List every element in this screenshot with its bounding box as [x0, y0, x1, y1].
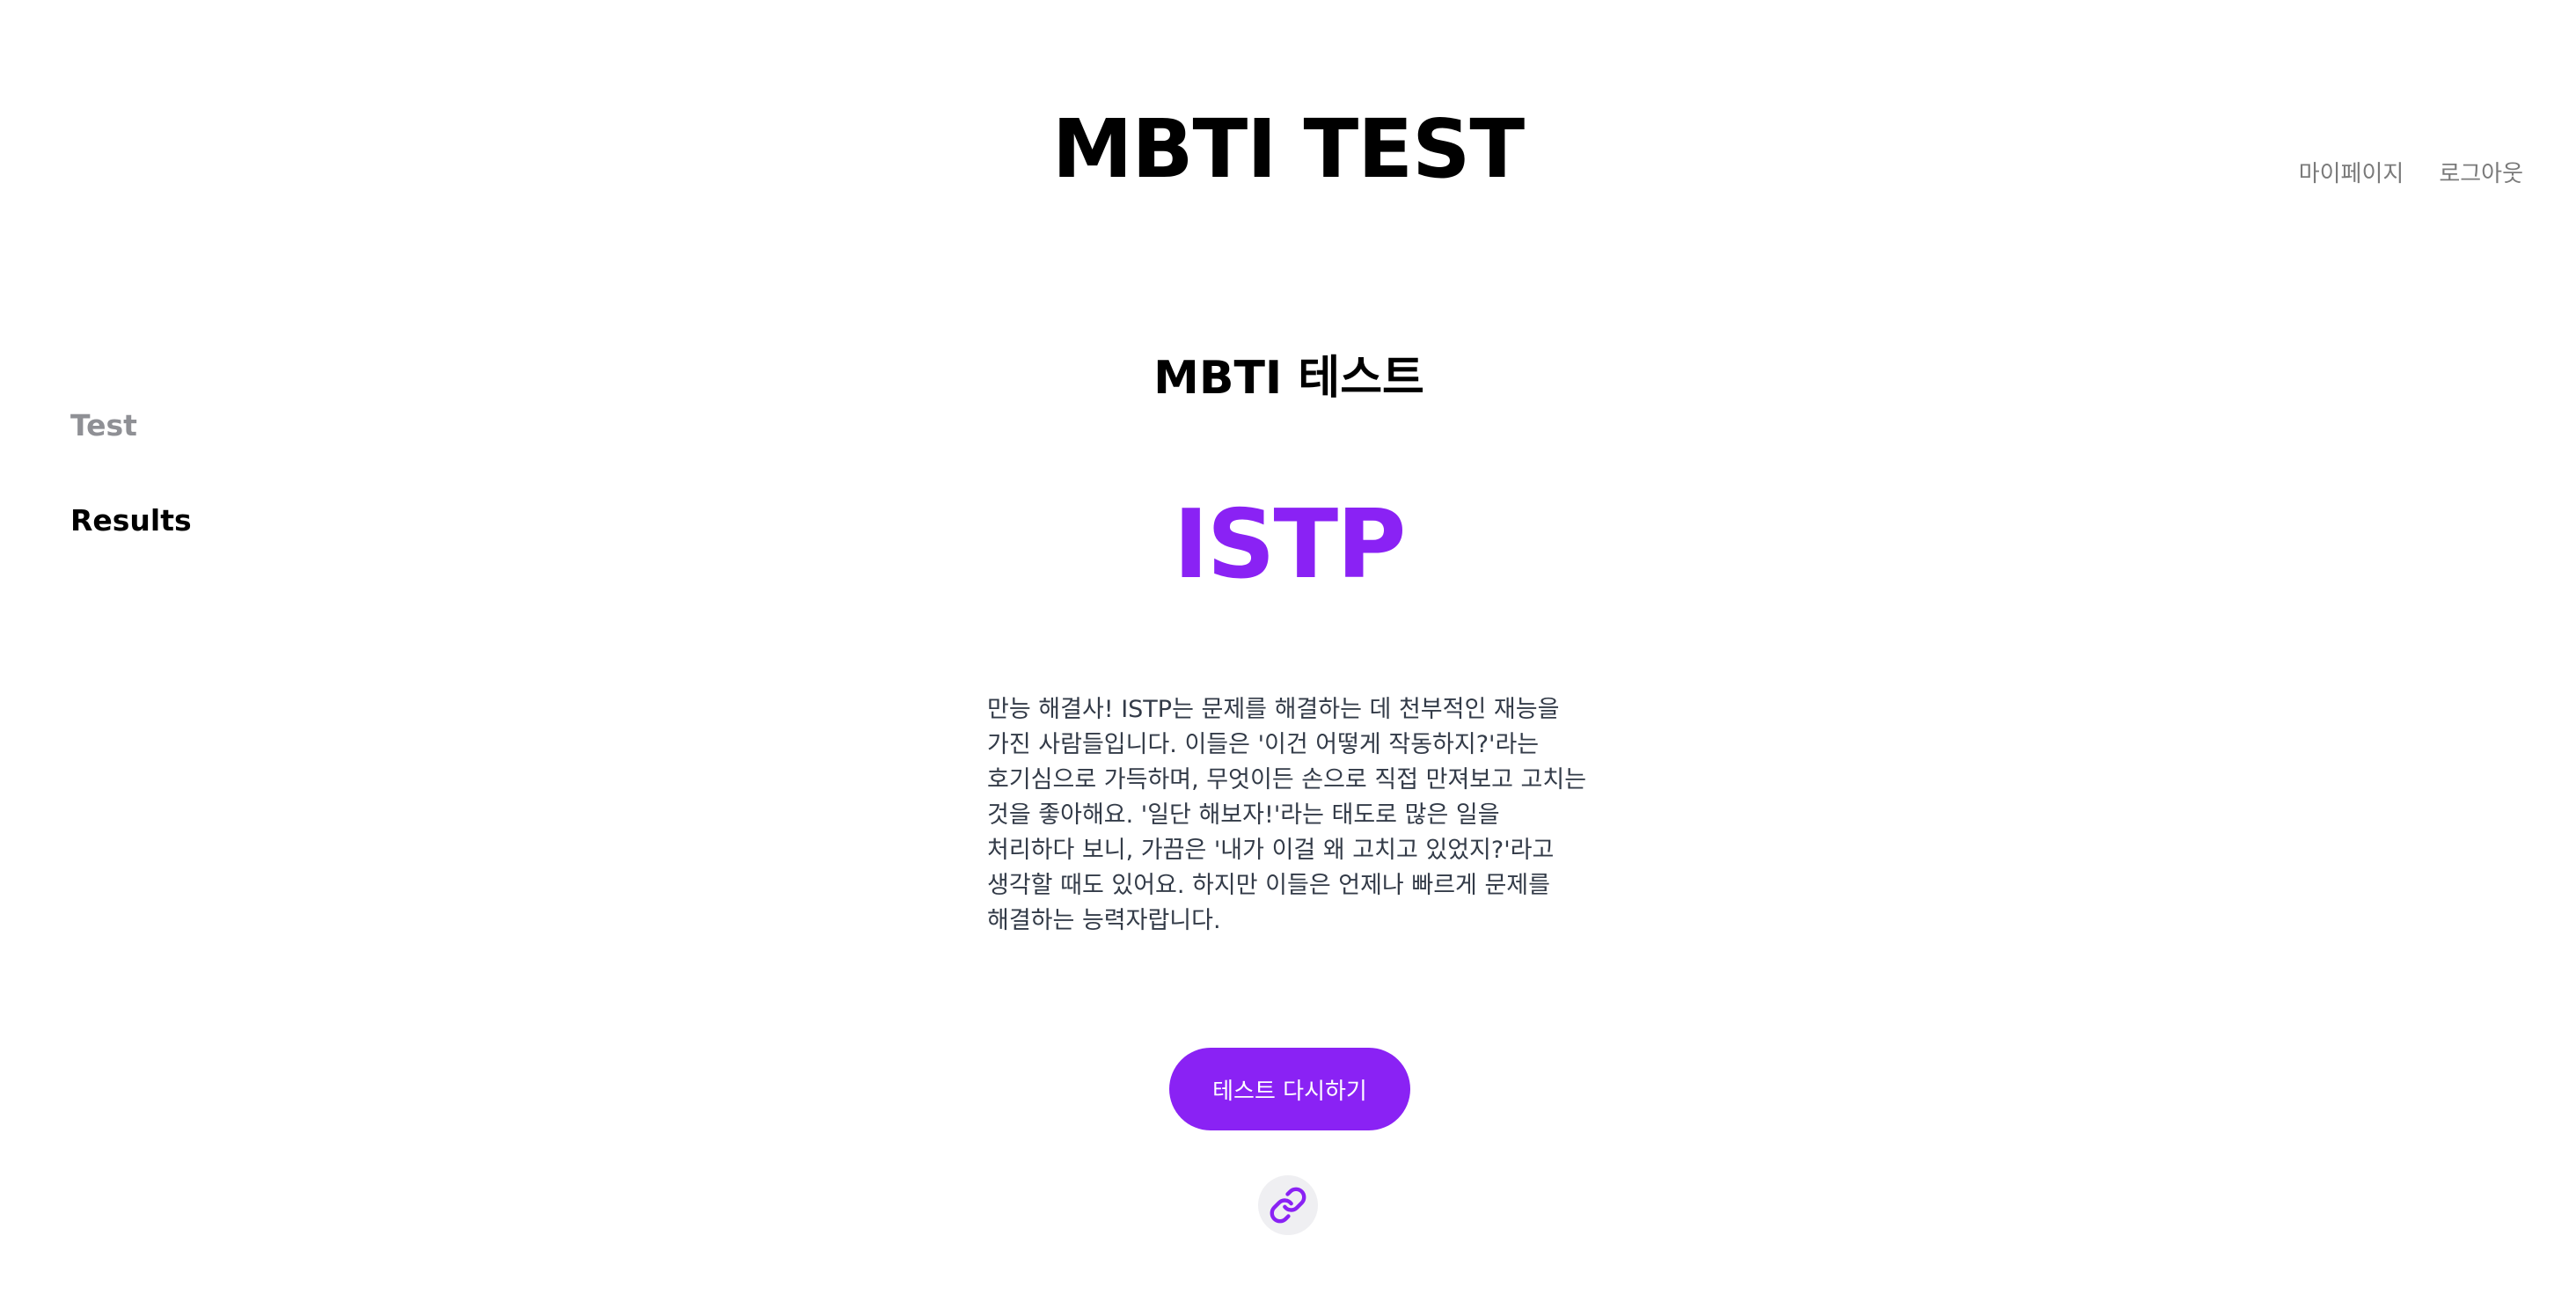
- logout-link[interactable]: 로그아웃: [2439, 158, 2523, 190]
- page: MBTI TEST 마이페이지 로그아웃 Test Results MBTI 테…: [0, 0, 2576, 1309]
- section-title: MBTI 테스트: [1153, 352, 1424, 405]
- top-nav: 마이페이지 로그아웃: [2299, 158, 2523, 190]
- app-title: MBTI TEST: [1051, 102, 1525, 196]
- sidebar-item-results[interactable]: Results: [70, 501, 192, 540]
- result-type: ISTP: [1173, 490, 1407, 600]
- mypage-link[interactable]: 마이페이지: [2299, 158, 2404, 190]
- copy-link-button[interactable]: [1258, 1175, 1318, 1235]
- link-icon: [1270, 1187, 1306, 1224]
- sidebar-item-test[interactable]: Test: [70, 406, 192, 445]
- result-description: 만능 해결사! ISTP는 문제를 해결하는 데 천부적인 재능을 가진 사람들…: [987, 696, 1587, 934]
- retry-test-button[interactable]: 테스트 다시하기: [1169, 1048, 1410, 1130]
- sidebar: Test Results: [70, 406, 192, 596]
